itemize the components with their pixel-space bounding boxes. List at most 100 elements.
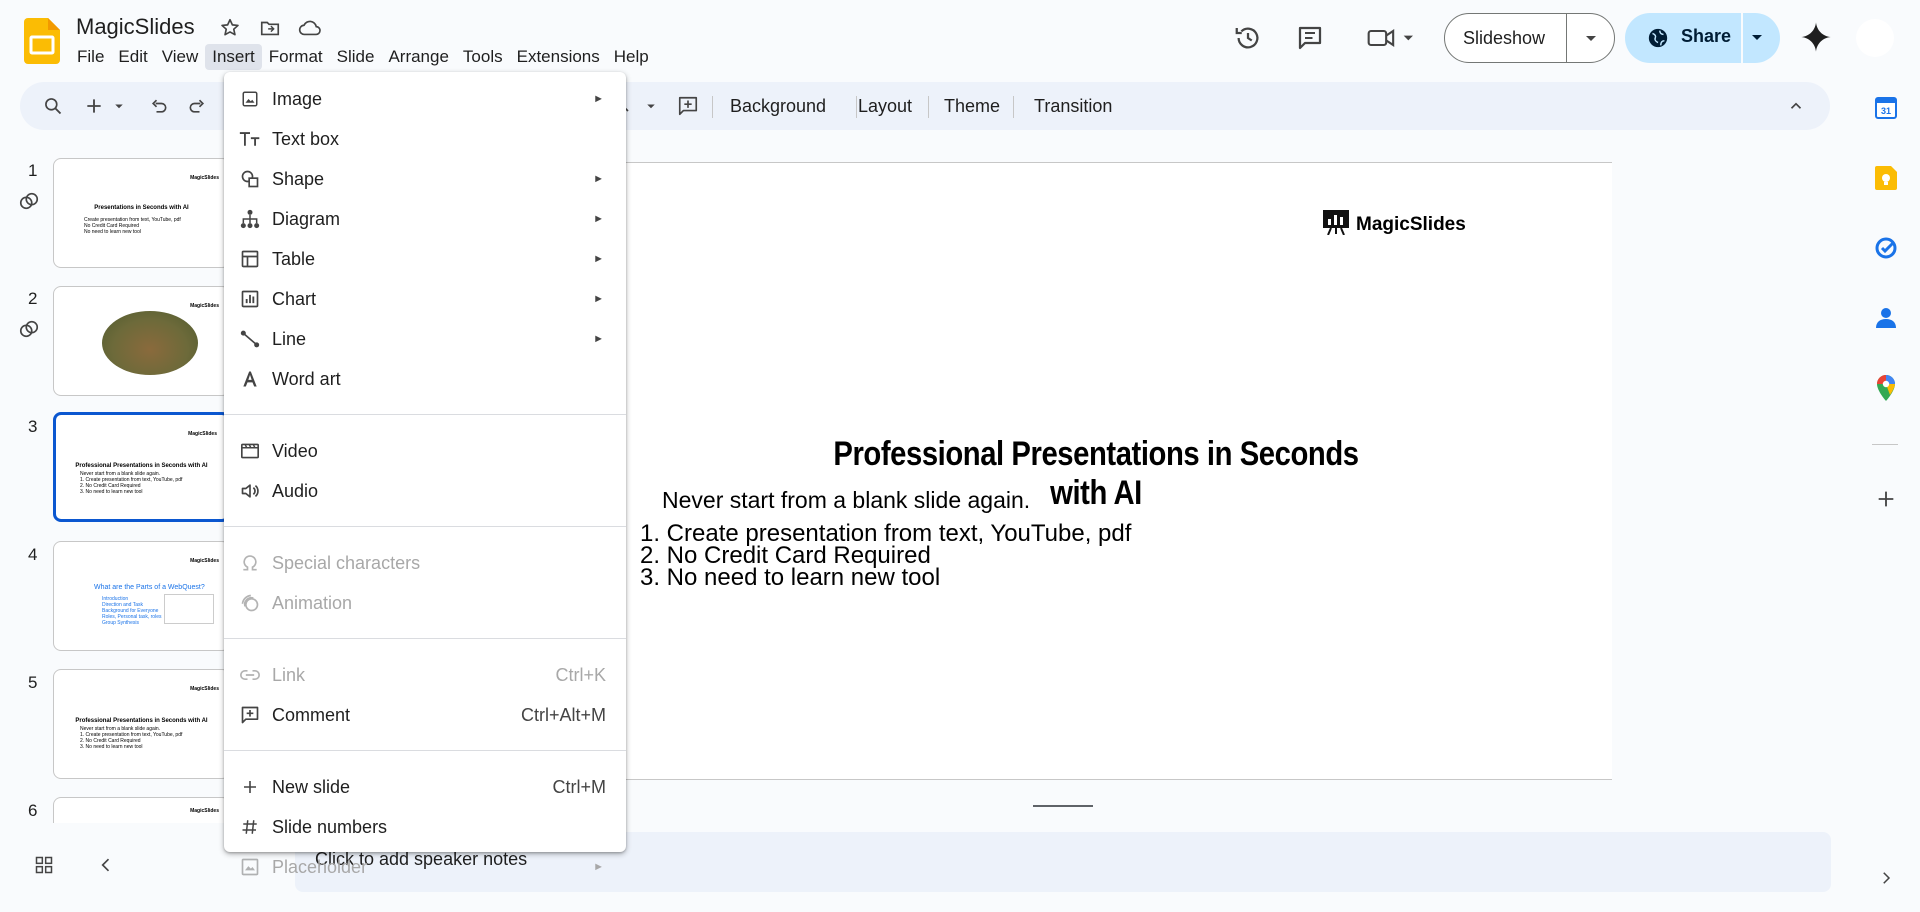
- star-icon[interactable]: [218, 16, 242, 40]
- slideshow-button[interactable]: Slideshow: [1444, 13, 1615, 63]
- layout-button[interactable]: Layout: [858, 96, 912, 117]
- menu-item-line[interactable]: Line ►: [224, 319, 626, 359]
- collapse-filmstrip-chevron-left-icon[interactable]: [96, 855, 116, 880]
- move-folder-icon[interactable]: [258, 16, 282, 40]
- menu-item-shortcut: Ctrl+Alt+M: [520, 704, 606, 725]
- submenu-arrow-icon: ►: [593, 333, 604, 345]
- show-side-panel-chevron-right-icon[interactable]: [1872, 864, 1900, 892]
- menu-item-label: Placeholder: [272, 856, 368, 877]
- menu-item-label: Comment: [272, 704, 351, 725]
- menu-item-text-box[interactable]: Text box: [224, 119, 626, 159]
- undo-icon[interactable]: [147, 94, 171, 118]
- slide-thumbnail-4[interactable]: MagicSlides What are the Parts of a WebQ…: [53, 541, 230, 651]
- deer-photo-oval: [102, 311, 198, 375]
- share-label: Share: [1681, 26, 1732, 46]
- theme-button[interactable]: Theme: [944, 96, 1000, 117]
- submenu-arrow-icon: ►: [593, 93, 604, 105]
- line-icon: [238, 327, 262, 351]
- redo-icon[interactable]: [185, 94, 209, 118]
- menu-extensions[interactable]: Extensions: [510, 44, 607, 70]
- omega-icon: [238, 551, 262, 575]
- menu-file[interactable]: File: [70, 44, 111, 70]
- version-history-icon[interactable]: [1230, 20, 1266, 56]
- tasks-icon[interactable]: [1872, 234, 1900, 262]
- menu-item-slide-numbers[interactable]: Slide numbers: [224, 807, 626, 847]
- slide-thumbnail-1[interactable]: MagicSlides Presentations in Seconds wit…: [53, 158, 230, 268]
- word-art-icon: [238, 367, 262, 391]
- maps-icon[interactable]: [1872, 374, 1900, 402]
- menu-edit[interactable]: Edit: [111, 44, 154, 70]
- transition-button[interactable]: Transition: [1034, 96, 1112, 117]
- cloud-saved-icon[interactable]: [298, 16, 322, 40]
- menu-item-new-slide[interactable]: New slide Ctrl+M: [224, 767, 626, 807]
- menu-item-shortcut: Ctrl+K: [555, 664, 606, 685]
- menu-divider: [224, 526, 626, 527]
- menu-item-shape[interactable]: Shape ►: [224, 159, 626, 199]
- slide-thumbnail-6[interactable]: MagicSlides: [53, 797, 230, 823]
- animation-icon: [238, 591, 262, 615]
- menu-slide[interactable]: Slide: [330, 44, 382, 70]
- slide-list-item: 3. No need to learn new tool: [640, 564, 941, 591]
- background-button[interactable]: Background: [730, 96, 826, 117]
- slide-logo[interactable]: MagicSlides: [1322, 209, 1466, 240]
- document-title[interactable]: MagicSlides: [76, 14, 195, 40]
- menu-item-label: Image: [272, 88, 323, 109]
- menu-item-label: Chart: [272, 288, 317, 309]
- submenu-arrow-icon: ►: [593, 253, 604, 265]
- slide-number: 5: [28, 673, 38, 692]
- menu-item-video[interactable]: Video: [224, 431, 626, 471]
- thumb-title: Presentations in Seconds with AI: [94, 205, 189, 211]
- slide-thumbnail-5[interactable]: MagicSlides Professional Presentations i…: [53, 669, 230, 779]
- thumb-line: 3. No need to learn new tool: [80, 744, 143, 750]
- share-button[interactable]: Share: [1625, 13, 1780, 63]
- slide-thumbnail-2[interactable]: MagicSlides: [53, 286, 230, 396]
- add-comment-icon[interactable]: [676, 94, 700, 118]
- slide-canvas[interactable]: MagicSlides Professional Presentations i…: [626, 162, 1612, 780]
- slides-logo-icon[interactable]: [24, 18, 60, 64]
- share-options-chevron-down-icon[interactable]: [1749, 29, 1765, 50]
- toolbar-divider: [1013, 96, 1014, 118]
- slide-subtitle[interactable]: Never start from a blank slide again.: [662, 487, 1030, 514]
- gemini-sparkle-icon[interactable]: [1800, 21, 1832, 58]
- slide-list[interactable]: 1. Create presentation from text, YouTub…: [640, 522, 1131, 591]
- menu-item-audio[interactable]: Audio: [224, 471, 626, 511]
- menu-item-table[interactable]: Table ►: [224, 239, 626, 279]
- slide-thumbnail-3[interactable]: MagicSlides Professional Presentations i…: [53, 412, 230, 522]
- menu-item-label: Word art: [272, 368, 341, 389]
- menu-item-diagram[interactable]: Diagram ►: [224, 199, 626, 239]
- image-icon: [238, 87, 262, 111]
- menu-item-label: Slide numbers: [272, 816, 388, 837]
- search-menus-icon[interactable]: [41, 94, 65, 118]
- menu-item-chart[interactable]: Chart ►: [224, 279, 626, 319]
- line-tool-chevron-down-icon[interactable]: [644, 94, 658, 118]
- side-panel-divider: [1872, 444, 1898, 445]
- account-avatar[interactable]: [1856, 19, 1894, 57]
- collapse-toolbar-chevron-up-icon[interactable]: [1784, 94, 1808, 118]
- new-slide-layout-chevron-down-icon[interactable]: [112, 94, 126, 118]
- get-add-ons-plus-icon[interactable]: [1872, 485, 1900, 513]
- thumb-logo: MagicSlides: [190, 558, 219, 564]
- menu-arrange[interactable]: Arrange: [381, 44, 455, 70]
- menu-item-word-art[interactable]: Word art: [224, 359, 626, 399]
- notes-resize-handle[interactable]: [1033, 805, 1093, 807]
- menu-item-comment[interactable]: Comment Ctrl+Alt+M: [224, 695, 626, 735]
- thumb-line: 3. No need to learn new tool: [80, 489, 143, 495]
- menu-tools[interactable]: Tools: [456, 44, 510, 70]
- comments-icon[interactable]: [1292, 20, 1328, 56]
- menu-help[interactable]: Help: [607, 44, 656, 70]
- contacts-icon[interactable]: [1872, 304, 1900, 332]
- slide-logo-text: MagicSlides: [1356, 213, 1466, 235]
- menu-insert[interactable]: Insert: [205, 44, 262, 70]
- keep-notes-icon[interactable]: [1872, 164, 1900, 192]
- new-slide-plus-icon[interactable]: [82, 94, 106, 118]
- calendar-icon[interactable]: 31: [1872, 94, 1900, 122]
- slide-number: 2: [28, 289, 38, 308]
- menu-format[interactable]: Format: [262, 44, 330, 70]
- meet-camera-icon[interactable]: [1362, 20, 1422, 56]
- menu-item-label: Special characters: [272, 552, 421, 573]
- menu-item-image[interactable]: Image ►: [224, 79, 626, 119]
- menu-view[interactable]: View: [155, 44, 206, 70]
- grid-view-icon[interactable]: [34, 855, 54, 880]
- slideshow-options-chevron-down-icon[interactable]: [1583, 30, 1599, 51]
- menu-divider: [224, 750, 626, 751]
